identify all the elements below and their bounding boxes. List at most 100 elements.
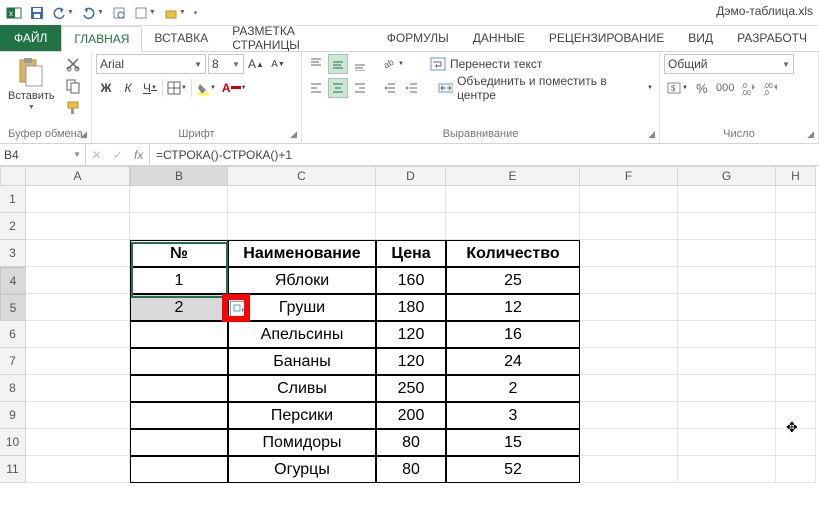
cell[interactable]: [678, 402, 776, 429]
cell[interactable]: [678, 186, 776, 213]
cell[interactable]: [26, 402, 130, 429]
cell[interactable]: 1: [130, 267, 228, 294]
qat-preview-button[interactable]: [110, 6, 128, 20]
cell[interactable]: [580, 402, 678, 429]
cell[interactable]: [678, 294, 776, 321]
formula-input[interactable]: =СТРОКА()-СТРОКА()+1: [150, 148, 819, 162]
currency-button[interactable]: $▼: [664, 78, 690, 98]
cell[interactable]: [26, 348, 130, 375]
font-color-button[interactable]: A▼: [220, 78, 249, 98]
cell[interactable]: 25: [446, 267, 580, 294]
decrease-decimal-button[interactable]: ,00,0: [760, 78, 780, 98]
redo-button[interactable]: ▼: [80, 6, 106, 20]
col-header-G[interactable]: G: [678, 166, 776, 186]
tab-view[interactable]: ВИД: [676, 25, 725, 51]
cell[interactable]: Яблоки: [228, 267, 376, 294]
cell[interactable]: Бананы: [228, 348, 376, 375]
cell[interactable]: [678, 375, 776, 402]
cell[interactable]: [580, 429, 678, 456]
format-painter-button[interactable]: [63, 98, 83, 118]
chevron-down-icon[interactable]: ▼: [149, 9, 156, 16]
cell[interactable]: [776, 186, 816, 213]
align-right-button[interactable]: [350, 78, 370, 98]
cell[interactable]: Наименование: [228, 240, 376, 267]
cell[interactable]: 250: [376, 375, 446, 402]
cell[interactable]: 160: [376, 267, 446, 294]
cell[interactable]: Помидоры: [228, 429, 376, 456]
italic-button[interactable]: К: [118, 78, 138, 98]
row-header[interactable]: 11: [0, 456, 26, 483]
increase-font-button[interactable]: A▲: [246, 54, 266, 74]
tab-page-layout[interactable]: РАЗМЕТКА СТРАНИЦЫ: [220, 25, 375, 51]
cell[interactable]: [776, 213, 816, 240]
cell[interactable]: Апельсины: [228, 321, 376, 348]
cell[interactable]: [776, 375, 816, 402]
cell[interactable]: [678, 429, 776, 456]
qat-open-button[interactable]: ▼: [162, 6, 188, 20]
increase-decimal-button[interactable]: ,0,00: [738, 78, 758, 98]
cell[interactable]: [130, 186, 228, 213]
cell[interactable]: 12: [446, 294, 580, 321]
cell[interactable]: 2: [446, 375, 580, 402]
row-header[interactable]: 10: [0, 429, 26, 456]
cell[interactable]: Груши: [228, 294, 376, 321]
cell[interactable]: [228, 186, 376, 213]
cell[interactable]: Огурцы: [228, 456, 376, 483]
undo-button[interactable]: ▼: [50, 6, 76, 20]
cell[interactable]: [130, 402, 228, 429]
bold-button[interactable]: Ж: [96, 78, 116, 98]
cell[interactable]: 16: [446, 321, 580, 348]
cell[interactable]: [580, 375, 678, 402]
percent-button[interactable]: %: [692, 78, 712, 98]
paste-button[interactable]: Вставить ▼: [4, 54, 59, 113]
cell[interactable]: [580, 267, 678, 294]
cell[interactable]: 120: [376, 321, 446, 348]
fx-icon[interactable]: fx: [134, 148, 143, 162]
cell[interactable]: [678, 348, 776, 375]
chevron-down-icon[interactable]: ▼: [97, 9, 104, 16]
align-bottom-button[interactable]: [350, 54, 370, 74]
cell[interactable]: 3: [446, 402, 580, 429]
cell[interactable]: 52: [446, 456, 580, 483]
cell[interactable]: 80: [376, 456, 446, 483]
cell[interactable]: [776, 267, 816, 294]
number-format-select[interactable]: Общий▼: [664, 54, 794, 74]
row-header[interactable]: 7: [0, 348, 26, 375]
row-header[interactable]: 2: [0, 213, 26, 240]
cell[interactable]: [580, 186, 678, 213]
cell[interactable]: [580, 348, 678, 375]
cell[interactable]: [130, 375, 228, 402]
cell[interactable]: [446, 186, 580, 213]
cell[interactable]: №: [130, 240, 228, 267]
qat-new-button[interactable]: ▼: [132, 6, 158, 20]
cell[interactable]: 24: [446, 348, 580, 375]
cell[interactable]: [26, 456, 130, 483]
col-header-H[interactable]: H: [776, 166, 816, 186]
cell[interactable]: [776, 294, 816, 321]
chevron-down-icon[interactable]: ▼: [67, 9, 74, 16]
row-header[interactable]: 5: [0, 294, 26, 321]
cell[interactable]: 15: [446, 429, 580, 456]
cell[interactable]: [580, 294, 678, 321]
dialog-launcher-icon[interactable]: ◢: [290, 129, 297, 140]
cell[interactable]: [26, 213, 130, 240]
cell[interactable]: 2: [130, 294, 228, 321]
cell[interactable]: [26, 267, 130, 294]
cell[interactable]: [678, 456, 776, 483]
select-all-corner[interactable]: [0, 166, 26, 186]
cell[interactable]: 80: [376, 429, 446, 456]
chevron-down-icon[interactable]: ▼: [73, 150, 81, 159]
cell[interactable]: Сливы: [228, 375, 376, 402]
cell[interactable]: [26, 294, 130, 321]
row-header[interactable]: 6: [0, 321, 26, 348]
col-header-E[interactable]: E: [446, 166, 580, 186]
tab-file[interactable]: ФАЙЛ: [0, 25, 61, 51]
row-header[interactable]: 8: [0, 375, 26, 402]
chevron-down-icon[interactable]: ▼: [28, 104, 35, 111]
cell[interactable]: [376, 213, 446, 240]
wrap-text-button[interactable]: Перенести текст: [428, 54, 544, 74]
row-header[interactable]: 3: [0, 240, 26, 267]
tab-home[interactable]: ГЛАВНАЯ: [61, 26, 142, 52]
align-middle-button[interactable]: [328, 54, 348, 74]
col-header-D[interactable]: D: [376, 166, 446, 186]
